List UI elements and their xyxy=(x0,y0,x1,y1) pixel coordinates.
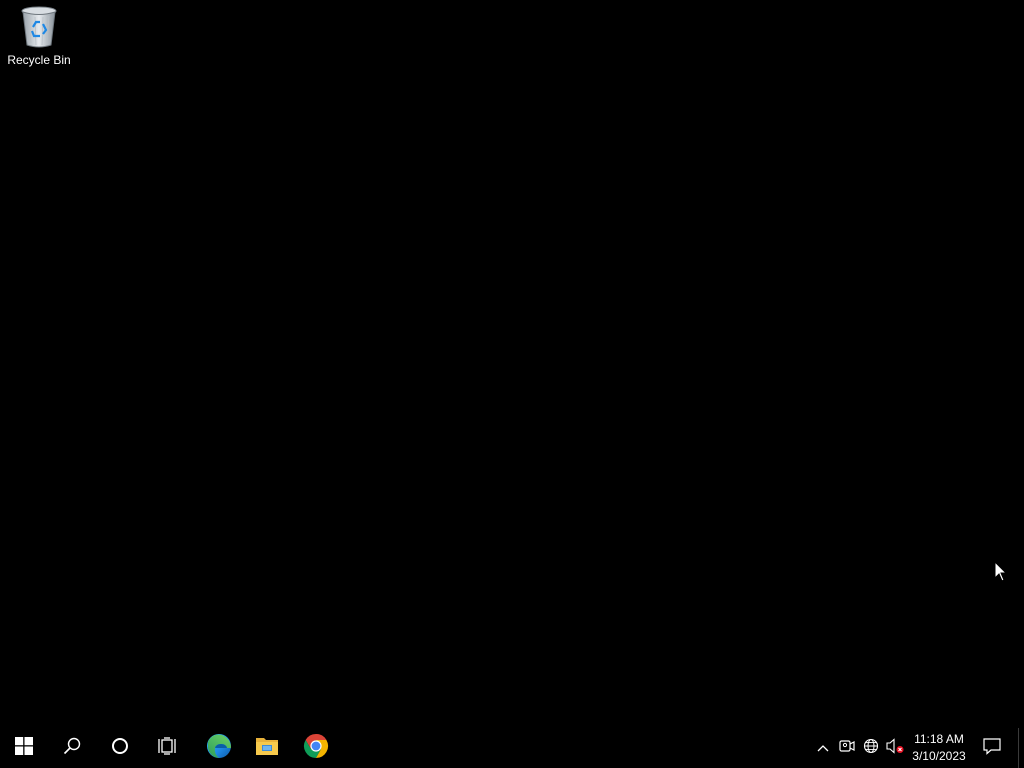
cortana-button[interactable] xyxy=(96,728,144,768)
desktop-icon-label: Recycle Bin xyxy=(7,53,71,67)
taskbar-file-explorer-button[interactable] xyxy=(243,728,291,768)
edge-icon xyxy=(206,733,232,764)
file-explorer-icon xyxy=(255,735,279,762)
cortana-circle-icon xyxy=(111,737,129,760)
search-button[interactable] xyxy=(48,728,96,768)
network-globe-icon xyxy=(863,738,879,759)
chevron-up-icon xyxy=(817,739,829,757)
network-button[interactable] xyxy=(860,728,882,768)
desktop-background[interactable]: Recycle Bin xyxy=(0,0,1024,728)
taskbar-edge-button[interactable] xyxy=(195,728,243,768)
meet-now-button[interactable] xyxy=(836,728,858,768)
clock-time: 11:18 AM xyxy=(914,732,964,746)
chrome-icon xyxy=(303,733,329,764)
start-button[interactable] xyxy=(0,728,48,768)
recycle-bin-icon xyxy=(17,4,61,50)
taskbar-chrome-button[interactable] xyxy=(292,728,340,768)
mouse-cursor-icon xyxy=(994,560,1008,583)
task-view-button[interactable] xyxy=(144,728,192,768)
windows-logo-icon xyxy=(15,736,33,760)
task-view-icon xyxy=(158,736,178,760)
taskbar: 11:18 AM 3/10/2023 xyxy=(0,728,1024,768)
recycle-bin-shortcut[interactable]: Recycle Bin xyxy=(4,4,74,76)
show-hidden-icons-button[interactable] xyxy=(812,728,834,768)
search-icon xyxy=(63,737,81,760)
meet-now-icon xyxy=(839,739,855,758)
action-center-icon xyxy=(983,737,1001,760)
taskbar-clock[interactable]: 11:18 AM 3/10/2023 xyxy=(905,728,973,768)
show-desktop-button[interactable] xyxy=(1018,728,1024,768)
action-center-button[interactable] xyxy=(976,728,1008,768)
volume-muted-icon xyxy=(886,737,904,759)
volume-button[interactable] xyxy=(884,728,906,768)
clock-date: 3/10/2023 xyxy=(912,749,966,763)
